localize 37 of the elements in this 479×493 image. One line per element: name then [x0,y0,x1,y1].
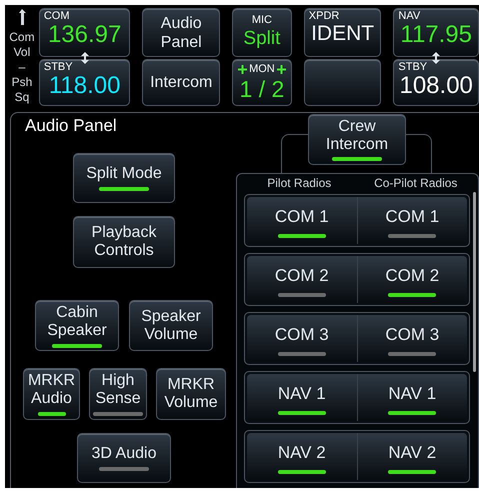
column-header: Co-Pilot Radios [373,175,458,192]
column-header: Pilot Radios [266,175,332,192]
scrollbar[interactable] [473,192,476,372]
radio-button[interactable]: NAV 2 [247,433,358,480]
panel-button[interactable]: 3D Audio [77,433,171,483]
top-button[interactable]: Intercom [142,59,220,106]
radio-button[interactable]: COM 1 [247,197,358,244]
radio-button[interactable]: COM 2 [247,256,358,303]
side-label: Psh [12,75,32,90]
panel-button[interactable]: Split Mode [73,153,175,203]
panel-button[interactable]: Playback Controls [73,216,175,268]
top-button[interactable]: XPDR IDENT [304,8,382,57]
top-button[interactable]: MON 1 / 2 [232,59,292,106]
swap-icon[interactable] [80,52,89,64]
side-label: Sq [14,90,30,105]
blank-button[interactable] [304,59,382,106]
panel-title: Audio Panel [25,116,118,136]
panel-button[interactable]: MRKR Audio [23,368,80,420]
plus-icon [238,65,248,74]
side-label: Com [9,30,35,45]
panel-button[interactable]: High Sense [89,368,147,420]
crew-intercom-button[interactable]: Crew Intercom [308,114,406,165]
top-button[interactable]: Audio Panel [142,8,220,57]
standby-frequency-button[interactable]: STBY 108.00 [393,59,479,106]
panel-button[interactable]: Cabin Speaker [35,300,119,351]
top-button[interactable]: MIC Split [232,8,292,57]
panel-button[interactable]: Speaker Volume [129,300,213,351]
side-label: – [18,60,26,75]
standby-frequency-button[interactable]: STBY 118.00 [38,59,130,106]
side-label: Vol [14,45,30,60]
active-frequency-button[interactable]: COM 136.97 [38,8,130,57]
swap-icon[interactable] [432,52,440,64]
active-frequency-button[interactable]: NAV 117.95 [393,8,479,57]
plus-icon [276,65,286,74]
radio-button[interactable]: NAV 1 [247,374,358,421]
panel-button[interactable]: MRKR Volume [156,368,226,420]
radio-button[interactable]: COM 3 [247,315,358,362]
